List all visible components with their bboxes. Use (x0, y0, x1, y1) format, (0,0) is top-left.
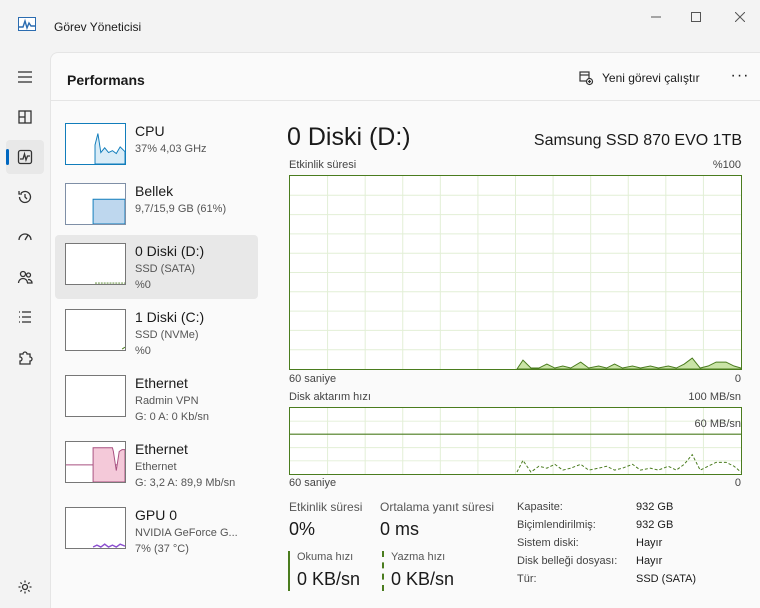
services-puzzle-icon (19, 351, 33, 365)
device-detail: Ethernet G: 3,2 A: 89,9 Mb/sn (135, 461, 236, 489)
disk-model: Samsung SSD 870 EVO 1TB (533, 132, 742, 149)
device-disk-1[interactable]: 1 Diski (C:) SSD (NVMe) %0 (55, 301, 258, 365)
device-disk-0[interactable]: 0 Diski (D:) SSD (SATA) %0 (55, 235, 258, 299)
page-title: Performans (67, 72, 145, 88)
window-title: Görev Yöneticisi (54, 20, 142, 34)
device-name: Bellek (135, 183, 174, 199)
ethernet-radmin-thumbnail-graph (65, 375, 126, 417)
capacity-key: Kapasite: (517, 501, 563, 513)
details-list-icon (19, 311, 31, 323)
disk1-thumbnail-graph (65, 309, 126, 351)
activity-graph-min: 0 (734, 373, 741, 385)
nav-app-history[interactable] (6, 180, 44, 214)
read-rate-indicator (288, 551, 290, 591)
disk-title: 0 Diski (D:) (287, 123, 411, 151)
device-detail: SSD (NVMe) %0 (135, 329, 199, 357)
speedometer-icon (18, 233, 32, 241)
transfer-graph-time: 60 saniye (289, 477, 337, 489)
maximize-button[interactable] (676, 6, 716, 28)
run-new-task-button[interactable]: Yeni görevi çalıştır (578, 70, 700, 86)
device-detail: Radmin VPN G: 0 A: 0 Kb/sn (135, 395, 209, 423)
nav-startup-apps[interactable] (6, 220, 44, 254)
transfer-graph-min: 0 (734, 477, 741, 489)
minimize-icon (651, 16, 661, 18)
more-options-button[interactable]: ··· (727, 67, 753, 91)
cpu-thumbnail-graph (65, 123, 126, 165)
minimize-button[interactable] (636, 6, 676, 28)
transfer-graph-label: Disk aktarım hızı (289, 391, 371, 403)
disk0-thumbnail-graph (65, 243, 126, 285)
nav-details[interactable] (6, 300, 44, 334)
write-rate-value: 0 KB/sn (391, 569, 455, 589)
nav-services[interactable] (6, 340, 44, 374)
write-rate-label: Yazma hızı (391, 551, 446, 563)
users-icon (17, 270, 33, 284)
activity-stat-label: Etkinlik süresi (289, 500, 363, 514)
page-file-key: Disk belleği dosyası: (517, 555, 618, 567)
response-stat-label: Ortalama yanıt süresi (380, 500, 495, 514)
activity-graph-max: %100 (712, 159, 741, 171)
title-bar: Görev Yöneticisi (0, 0, 760, 52)
activity-stat-value: 0% (289, 519, 316, 539)
page-file-value: Hayır (636, 555, 663, 567)
task-manager-icon (18, 17, 36, 31)
nav-users[interactable] (6, 260, 44, 294)
performance-page: Performans Yeni görevi çalıştır ··· CPU … (50, 52, 760, 608)
ethernet-thumbnail-graph (65, 441, 126, 483)
system-disk-key: Sistem diski: (517, 537, 579, 549)
read-rate-label: Okuma hızı (297, 551, 354, 563)
gpu-thumbnail-graph (65, 507, 126, 549)
response-stat-value: 0 ms (380, 519, 420, 539)
type-key: Tür: (517, 573, 537, 585)
nav-settings[interactable] (6, 570, 44, 604)
device-gpu[interactable]: GPU 0 NVIDIA GeForce G... 7% (37 °C) (55, 499, 258, 563)
device-name: Ethernet (135, 441, 188, 457)
device-cpu[interactable]: CPU 37% 4,03 GHz (55, 115, 258, 179)
hamburger-icon (18, 71, 32, 83)
device-name: Ethernet (135, 375, 188, 391)
device-name: CPU (135, 123, 165, 139)
device-name: 1 Diski (C:) (135, 309, 205, 325)
device-ethernet-radmin[interactable]: Ethernet Radmin VPN G: 0 A: 0 Kb/sn (55, 367, 258, 431)
activity-graph-label: Etkinlik süresi (289, 159, 357, 171)
memory-thumbnail-graph (65, 183, 126, 225)
formatted-key: Biçimlendirilmiş: (517, 519, 596, 531)
device-detail: 9,7/15,9 GB (61%) (135, 203, 227, 215)
device-detail: SSD (SATA) %0 (135, 263, 196, 291)
device-ethernet[interactable]: Ethernet Ethernet G: 3,2 A: 89,9 Mb/sn (55, 433, 258, 497)
read-rate-value: 0 KB/sn (297, 569, 361, 589)
device-name: GPU 0 (135, 507, 178, 523)
nav-processes[interactable] (6, 100, 44, 134)
device-memory[interactable]: Bellek 9,7/15,9 GB (61%) (55, 175, 258, 239)
nav-performance[interactable] (6, 140, 44, 174)
navigation-rail (0, 52, 50, 608)
device-detail: 37% 4,03 GHz (135, 143, 207, 155)
activity-graph-time: 60 saniye (289, 373, 337, 385)
transfer-graph-max: 100 MB/sn (688, 391, 741, 403)
write-rate-indicator (382, 551, 384, 591)
activity-time-graph (289, 175, 742, 370)
device-name: 0 Diski (D:) (135, 243, 205, 259)
run-task-label: Yeni görevi çalıştır (602, 71, 700, 85)
close-button[interactable] (720, 6, 760, 28)
hamburger-menu-button[interactable] (6, 60, 44, 94)
close-icon (735, 12, 745, 22)
settings-gear-icon (18, 580, 32, 594)
processes-icon (18, 110, 32, 124)
type-value: SSD (SATA) (636, 573, 697, 585)
capacity-value: 932 GB (636, 501, 674, 513)
transfer-line-label: 60 MB/sn (694, 418, 741, 430)
performance-icon (17, 149, 33, 165)
history-icon (18, 190, 32, 204)
device-detail: NVIDIA GeForce G... 7% (37 °C) (135, 527, 238, 555)
header-divider (51, 100, 760, 101)
formatted-value: 932 GB (636, 519, 674, 531)
run-task-icon (579, 71, 594, 86)
transfer-rate-graph (289, 407, 742, 475)
system-disk-value: Hayır (636, 537, 663, 549)
maximize-icon (691, 12, 701, 22)
